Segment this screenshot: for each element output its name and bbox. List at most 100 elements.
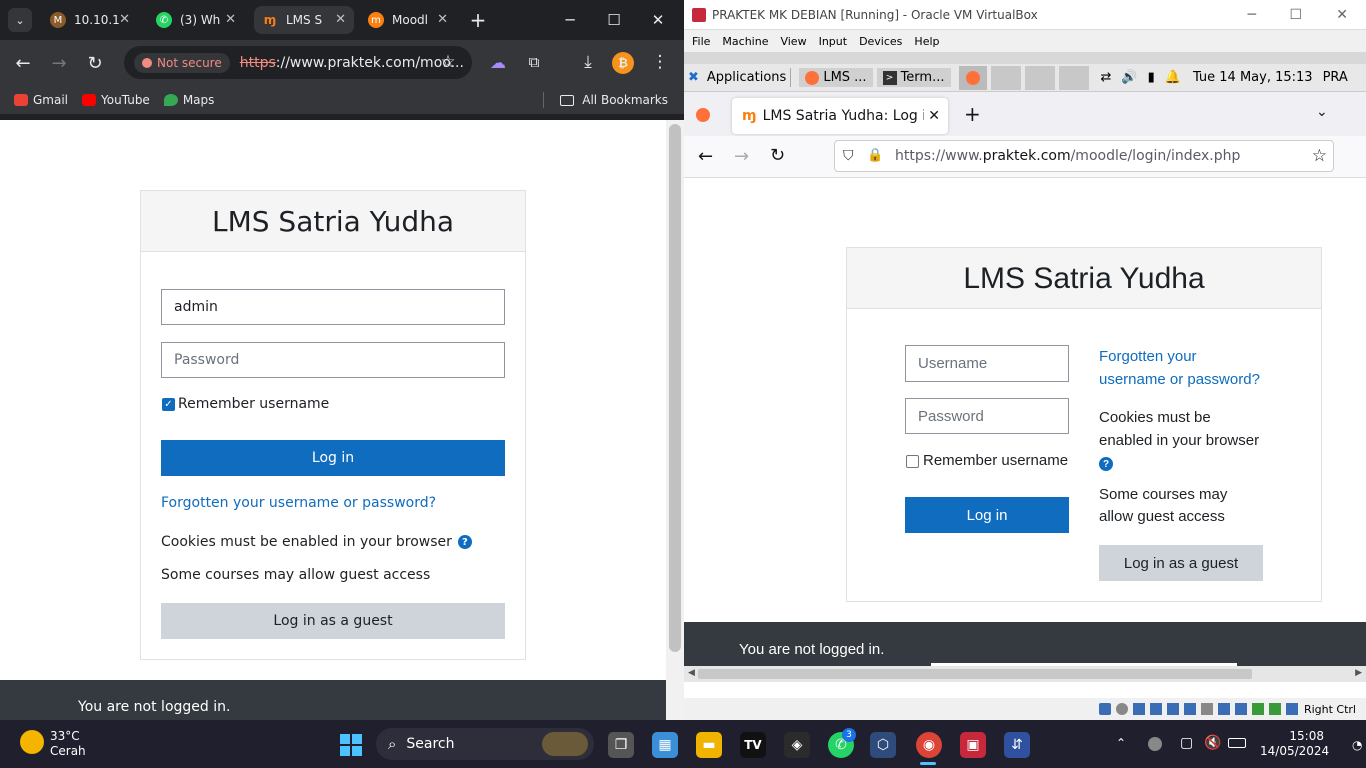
forgot-link[interactable]: Forgotten your username or password? xyxy=(161,495,436,511)
firefox-url-bar[interactable]: ⛉ 🔒 https://www. praktek.com/moodle/login… xyxy=(834,140,1334,172)
applications-menu[interactable]: Applications xyxy=(703,68,792,87)
back-arrow-icon[interactable]: ← xyxy=(10,50,36,76)
scroll-left-arrow-icon[interactable]: ◀ xyxy=(688,668,695,678)
menu-devices[interactable]: Devices xyxy=(859,35,902,48)
notification-bell-icon[interactable]: 🔔 xyxy=(1165,70,1181,85)
battery-icon[interactable]: ▮ xyxy=(1148,70,1155,85)
battery-icon[interactable] xyxy=(1228,738,1246,748)
xfce-user[interactable]: PRA xyxy=(1323,70,1348,85)
help-question-icon[interactable]: ? xyxy=(1099,457,1113,472)
forgot-link-line2[interactable]: username or password? xyxy=(1099,368,1260,391)
show-hidden-icons-chevron-icon[interactable]: ⌃ xyxy=(1116,736,1126,750)
windows-start-icon[interactable] xyxy=(338,732,364,758)
forgot-link[interactable]: Forgotten your username or password? xyxy=(1099,345,1260,391)
extensions-puzzle-icon[interactable]: ⧉ xyxy=(522,50,546,74)
firefox-tab[interactable]: ɱ LMS Satria Yudha: Log in ✕ xyxy=(732,98,948,134)
reload-icon[interactable]: ↻ xyxy=(82,50,108,76)
bitcoin-extension-icon[interactable]: ₿ xyxy=(612,52,634,74)
usb-icon[interactable] xyxy=(1166,703,1179,715)
recording-icon[interactable] xyxy=(1217,703,1230,715)
help-question-icon[interactable]: ? xyxy=(457,535,472,549)
network-tray-icon[interactable]: ▢ xyxy=(1180,735,1193,751)
download-icon[interactable]: ⤓ xyxy=(576,50,600,74)
username-input[interactable]: admin xyxy=(161,289,505,325)
forgot-link-line1[interactable]: Forgotten your xyxy=(1099,345,1260,368)
bookmark-star-icon[interactable]: ☆ xyxy=(436,50,460,74)
username-input[interactable]: Username xyxy=(905,345,1069,382)
scroll-right-arrow-icon[interactable]: ▶ xyxy=(1355,668,1362,678)
password-input[interactable]: Password xyxy=(161,342,505,378)
close-window-icon[interactable]: ✕ xyxy=(646,8,670,32)
shared-folder-icon[interactable] xyxy=(1183,703,1196,715)
guest-login-button[interactable]: Log in as a guest xyxy=(1099,545,1263,581)
bookmark-gmail[interactable]: Gmail xyxy=(14,93,68,107)
keyboard-capture-icon[interactable] xyxy=(1285,703,1298,715)
taskbar-search[interactable]: ⌕ Search xyxy=(376,728,594,760)
workspace-4[interactable] xyxy=(1058,65,1089,90)
system-clock[interactable]: 15:08 14/05/2024 xyxy=(1260,729,1329,759)
not-secure-badge[interactable]: Not secure xyxy=(134,52,230,73)
display-icon[interactable] xyxy=(1200,703,1213,715)
list-tabs-chevron-icon[interactable]: ⌄ xyxy=(1316,104,1328,120)
task-view-icon[interactable]: ❐ xyxy=(608,732,634,758)
remember-checkbox[interactable] xyxy=(906,455,919,468)
password-input[interactable]: Password xyxy=(905,398,1069,434)
menu-help[interactable]: Help xyxy=(914,35,939,48)
address-bar[interactable]: Not secure https://www.praktek.com/moo..… xyxy=(124,46,472,79)
menu-file[interactable]: File xyxy=(692,35,710,48)
chrome-tab-2[interactable]: ✆ (3) Wh ✕ xyxy=(148,6,244,34)
bookmark-youtube[interactable]: YouTube xyxy=(82,93,150,107)
menu-view[interactable]: View xyxy=(780,35,806,48)
taskbar-terminal-item[interactable]: > Term... xyxy=(876,68,951,87)
menu-kebab-icon[interactable]: ⋮ xyxy=(648,50,672,74)
scrollbar-thumb[interactable] xyxy=(669,124,681,652)
menu-input[interactable]: Input xyxy=(819,35,847,48)
volume-icon[interactable]: 🔊 xyxy=(1121,70,1137,85)
back-arrow-icon[interactable]: ← xyxy=(698,146,713,167)
all-bookmarks[interactable]: All Bookmarks xyxy=(543,92,668,108)
remember-checkbox[interactable]: ✓ xyxy=(162,398,175,411)
minimize-icon[interactable]: ─ xyxy=(1248,7,1256,23)
chrome-app-icon[interactable]: ◉ xyxy=(916,732,942,758)
hdd-icon[interactable] xyxy=(1098,703,1111,715)
maximize-icon[interactable]: ☐ xyxy=(602,8,626,32)
virtualbox-vm-icon[interactable]: ▣ xyxy=(960,732,986,758)
tray-app-icon[interactable] xyxy=(1148,737,1162,751)
weather-sun-icon[interactable] xyxy=(20,730,44,754)
notification-icon[interactable]: ◔ xyxy=(1352,738,1362,752)
lock-icon[interactable]: 🔒 xyxy=(867,148,883,163)
guest-login-button[interactable]: Log in as a guest xyxy=(161,603,505,639)
guest-additions-icon[interactable] xyxy=(1251,703,1264,715)
login-button[interactable]: Log in xyxy=(161,440,505,476)
network-app-icon[interactable]: ⇵ xyxy=(1004,732,1030,758)
mouse-integration-icon[interactable] xyxy=(1268,703,1281,715)
chrome-tab-4[interactable]: m Moodl ✕ xyxy=(360,6,456,34)
taskbar-firefox-item[interactable]: LMS ... xyxy=(799,68,873,87)
network-icon[interactable]: ⇄ xyxy=(1101,70,1112,85)
firefox-view-icon[interactable] xyxy=(696,108,710,122)
tradingview-icon[interactable]: TV xyxy=(740,732,766,758)
workspace-2[interactable] xyxy=(990,65,1021,90)
tab-search-chevron-icon[interactable]: ⌄ xyxy=(8,8,32,32)
xfce-clock[interactable]: Tue 14 May, 15:13 xyxy=(1193,70,1313,85)
horizontal-scrollbar[interactable]: ◀ ▶ xyxy=(684,666,1366,682)
workspace-3[interactable] xyxy=(1024,65,1055,90)
store-app-icon[interactable]: ◈ xyxy=(784,732,810,758)
close-icon[interactable]: ✕ xyxy=(335,12,346,27)
audio-icon[interactable] xyxy=(1132,703,1145,715)
network-adapter-icon[interactable] xyxy=(1149,703,1162,715)
virtualbox-app-icon[interactable]: ⬡ xyxy=(870,732,896,758)
chrome-tab-3[interactable]: ɱ LMS S ✕ xyxy=(254,6,354,34)
cpu-icon[interactable] xyxy=(1234,703,1247,715)
minimize-icon[interactable]: ─ xyxy=(558,8,582,32)
workspace-1[interactable] xyxy=(958,65,987,90)
close-icon[interactable]: ✕ xyxy=(225,12,236,27)
bookmark-star-icon[interactable]: ☆ xyxy=(1312,146,1327,166)
new-tab-plus-icon[interactable]: + xyxy=(466,8,490,32)
forward-arrow-icon[interactable]: → xyxy=(734,146,749,167)
weather-widget[interactable]: 33°C Cerah xyxy=(50,729,86,759)
login-button[interactable]: Log in xyxy=(905,497,1069,533)
menu-machine[interactable]: Machine xyxy=(722,35,768,48)
maximize-icon[interactable]: ☐ xyxy=(1289,7,1302,23)
bookmark-maps[interactable]: Maps xyxy=(163,93,214,107)
